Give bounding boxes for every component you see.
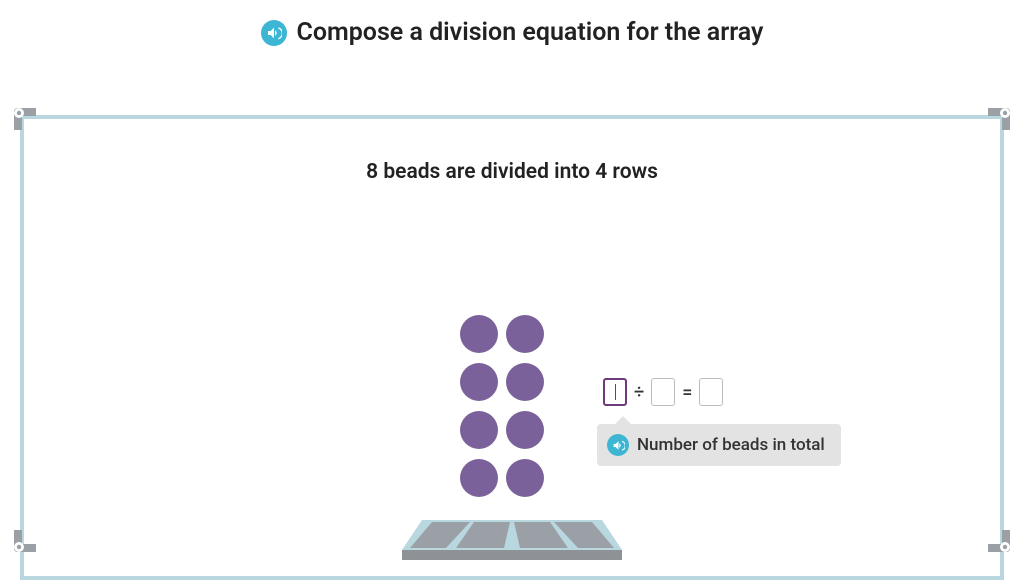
bead [506,411,544,449]
bead [460,315,498,353]
divide-operator: ÷ [634,382,644,403]
corner-bracket-tr [976,98,1020,142]
hint-tooltip: Number of beads in total [597,424,841,466]
bead [460,411,498,449]
speaker-icon[interactable] [261,20,287,46]
bead [506,363,544,401]
bead [460,363,498,401]
corner-bracket-tl [4,98,48,142]
corner-bracket-br [976,518,1020,562]
bead [460,459,498,497]
equation-row: ÷ = [603,378,723,406]
dividend-input[interactable] [603,378,627,406]
problem-statement: 8 beads are divided into 4 rows [0,160,1024,184]
page-title: Compose a division equation for the arra… [297,18,764,47]
equals-operator: = [682,382,692,403]
quotient-input[interactable] [699,378,723,406]
corner-bracket-bl [4,518,48,562]
bead [506,315,544,353]
hint-text: Number of beads in total [637,435,825,455]
speaker-icon[interactable] [607,434,629,456]
bead [506,459,544,497]
bead-array [460,315,544,497]
divisor-input[interactable] [651,378,675,406]
pedestal [402,520,622,560]
